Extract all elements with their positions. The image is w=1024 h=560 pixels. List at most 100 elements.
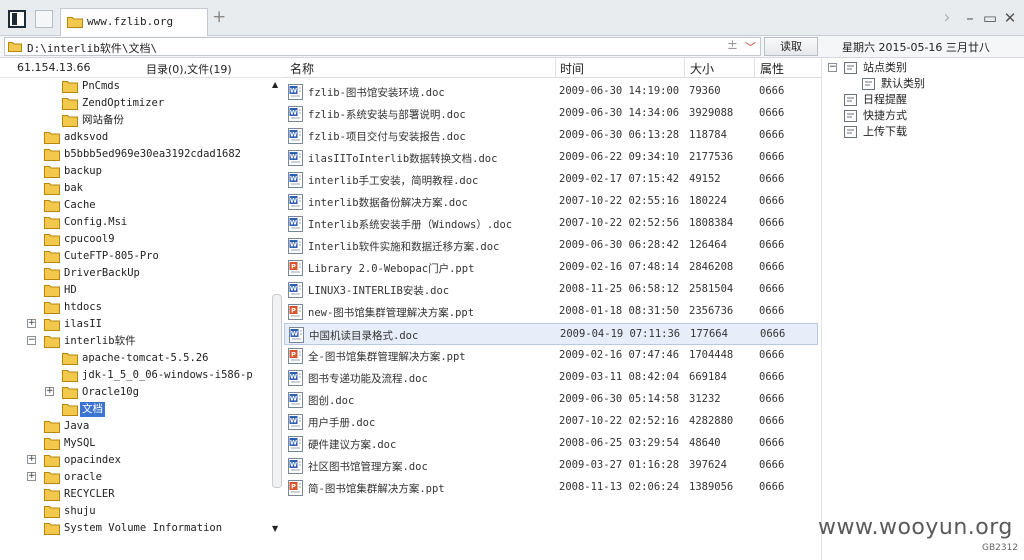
file-row[interactable]: W 社区图书馆管理方案.doc 2009-03-27 01:16:28 397624 0…	[284, 455, 818, 477]
side-panel-item[interactable]: 快捷方式	[822, 108, 1022, 124]
tree-item[interactable]: adksvod	[0, 129, 270, 146]
file-row[interactable]: Wfzlib-项目交付与安装报告.doc 2009-06-30 06:13:28 1…	[284, 125, 818, 147]
tree-item[interactable]: CuteFTP-805-Pro	[0, 248, 270, 265]
new-tab-button[interactable]: +	[212, 8, 226, 26]
tree-item[interactable]: + ilasII	[0, 316, 270, 333]
tree-scrollbar[interactable]: ▲ ▼	[270, 78, 284, 538]
file-row[interactable]: W 图创.doc 2009-06-30 05:14:58 31232 0666	[284, 389, 818, 411]
file-row[interactable]: W LINUX3-INTERLIB安装.doc 2008-11-25 06:58:1…	[284, 279, 818, 301]
tree-item[interactable]: jdk-1_5_0_06-windows-i586-p	[0, 367, 270, 384]
file-time: 2009-06-30 14:34:06	[559, 107, 680, 119]
close-button[interactable]: ✕	[1001, 9, 1019, 27]
svg-text:W: W	[290, 439, 297, 447]
add-bookmark-icon[interactable]: ±	[727, 38, 738, 53]
tab-active[interactable]: www.fzlib.org	[60, 8, 208, 36]
column-size[interactable]: 大小	[690, 60, 714, 77]
file-row[interactable]: W 用户手册.doc 2007-10-22 02:52:16 4282880 0666	[284, 411, 818, 433]
file-row[interactable]: Pnew-图书馆集群管理解决方案.ppt 2008-01-18 08:31:50 2…	[284, 301, 818, 323]
column-time[interactable]: 时间	[560, 60, 584, 77]
chevron-down-icon[interactable]: ﹀	[745, 39, 756, 55]
folder-icon	[44, 319, 60, 331]
column-attr[interactable]: 属性	[760, 60, 784, 77]
scroll-down-icon[interactable]: ▼	[272, 524, 278, 533]
file-row[interactable]: P Library 2.0-Webopac门户.ppt 2009-02-16 07:…	[284, 257, 818, 279]
tree-item[interactable]: MySQL	[0, 435, 270, 452]
file-row[interactable]: W 图书专递功能及流程.doc 2009-03-11 08:42:04 669184 0…	[284, 367, 818, 389]
tree-item[interactable]: shuju	[0, 503, 270, 520]
panel-toggle-icon[interactable]	[8, 10, 26, 28]
file-name: fzlib-系统安装与部署说明.doc	[308, 109, 466, 121]
minimize-button[interactable]: –	[961, 9, 979, 27]
tree-item[interactable]: bak	[0, 180, 270, 197]
file-row[interactable]: W 硬件建议方案.doc 2008-06-25 03:29:54 48640 0666	[284, 433, 818, 455]
tree-item[interactable]: + Oracle10g	[0, 384, 270, 401]
tree-item[interactable]: PnCmds	[0, 78, 270, 95]
scrollbar-thumb[interactable]	[272, 294, 282, 488]
expand-icon[interactable]: +	[45, 387, 54, 396]
tree-item[interactable]: apache-tomcat-5.5.26	[0, 350, 270, 367]
tree-item[interactable]: 文档	[0, 401, 270, 418]
tree-item[interactable]: backup	[0, 163, 270, 180]
tree-item-label: backup	[64, 165, 102, 177]
file-name: 社区图书馆管理方案.doc	[308, 461, 428, 473]
file-row[interactable]: P 全-图书馆集群管理解决方案.ppt 2009-02-16 07:47:46 170…	[284, 345, 818, 367]
file-name: 硬件建议方案.doc	[308, 439, 397, 451]
tree-item[interactable]: b5bbb5ed969e30ea3192cdad1682	[0, 146, 270, 163]
file-row[interactable]: Wfzlib-系统安装与部署说明.doc 2009-06-30 14:34:06 3…	[284, 103, 818, 125]
file-time: 2009-02-16 07:48:14	[559, 261, 680, 273]
file-size: 1389056	[689, 481, 734, 493]
forward-icon[interactable]: ›	[938, 9, 956, 27]
folder-icon	[44, 506, 60, 518]
expand-icon[interactable]: +	[27, 319, 36, 328]
column-name[interactable]: 名称	[290, 60, 314, 77]
folder-icon	[44, 217, 60, 229]
tree-item-label: PnCmds	[82, 80, 120, 92]
file-row[interactable]: Winterlib数据备份解决方案.doc 2007-10-22 02:55:16…	[284, 191, 818, 213]
tree-item[interactable]: System Volume Information	[0, 520, 270, 537]
address-input[interactable]: D:\interlib软件\文档\ ± ﹀	[4, 37, 761, 56]
file-row[interactable]: W 中国机读目录格式.doc 2009-04-19 07:11:36 177664 06…	[284, 323, 818, 345]
file-time: 2009-06-30 06:28:42	[559, 239, 680, 251]
tree-item-label: jdk-1_5_0_06-windows-i586-p	[82, 369, 253, 381]
tree-item[interactable]: HD	[0, 282, 270, 299]
tree-item[interactable]: htdocs	[0, 299, 270, 316]
tree-item[interactable]: + oracle	[0, 469, 270, 486]
scroll-up-icon[interactable]: ▲	[272, 80, 278, 89]
file-row[interactable]: Wfzlib-图书馆安装环境.doc 2009-06-30 14:19:00 793…	[284, 81, 818, 103]
file-row[interactable]: P 简-图书馆集群解决方案.ppt 2008-11-13 02:06:24 13890…	[284, 477, 818, 499]
tab-list-icon[interactable]	[35, 10, 53, 28]
column-divider[interactable]	[684, 58, 685, 78]
column-divider[interactable]	[754, 58, 755, 78]
file-row[interactable]: Winterlib手工安装，简明教程.doc 2009-02-17 07:15:4…	[284, 169, 818, 191]
file-row[interactable]: WilasIIToInterlib数据转换文档.doc 2009-06-22 09…	[284, 147, 818, 169]
side-panel-item[interactable]: 默认类别	[822, 76, 1022, 92]
tree-item[interactable]: Java	[0, 418, 270, 435]
expand-icon[interactable]: +	[27, 455, 36, 464]
file-attr: 0666	[759, 459, 785, 471]
read-button[interactable]: 读取	[764, 37, 818, 56]
folder-icon	[44, 472, 60, 484]
side-panel-item[interactable]: − 站点类别	[822, 60, 1022, 76]
tree-item[interactable]: − interlib软件	[0, 333, 270, 350]
tree-item[interactable]: Config.Msi	[0, 214, 270, 231]
collapse-icon[interactable]: −	[828, 63, 837, 72]
expand-icon[interactable]: +	[27, 472, 36, 481]
folder-icon	[44, 268, 60, 280]
column-divider[interactable]	[555, 58, 556, 78]
tree-item-label: Oracle10g	[82, 386, 139, 398]
file-attr: 0666	[759, 261, 785, 273]
maximize-button[interactable]: ▭	[981, 9, 999, 27]
tree-item[interactable]: ZendOptimizer	[0, 95, 270, 112]
tree-item[interactable]: RECYCLER	[0, 486, 270, 503]
file-size: 79360	[689, 85, 721, 97]
tree-item[interactable]: DriverBackUp	[0, 265, 270, 282]
tree-item[interactable]: cpucool9	[0, 231, 270, 248]
collapse-icon[interactable]: −	[27, 336, 36, 345]
tree-item[interactable]: + opacindex	[0, 452, 270, 469]
tree-item[interactable]: Cache	[0, 197, 270, 214]
tree-item[interactable]: 网站备份	[0, 112, 270, 129]
file-row[interactable]: W Interlib系统安装手册（Windows）.doc 2007-10-22 0…	[284, 213, 818, 235]
file-row[interactable]: W Interlib软件实施和数据迁移方案.doc 2009-06-30 06:28…	[284, 235, 818, 257]
side-panel-item[interactable]: 日程提醒	[822, 92, 1022, 108]
side-panel-item[interactable]: 上传下载	[822, 124, 1022, 140]
